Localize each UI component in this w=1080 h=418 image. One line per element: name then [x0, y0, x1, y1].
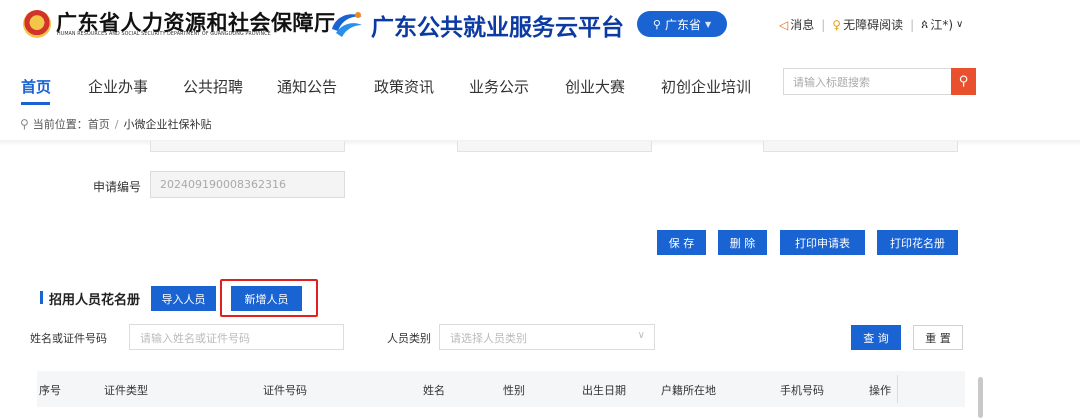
- category-filter-label: 人员类别: [387, 332, 431, 345]
- breadcrumb: ⚲ 当前位置： 首页 / 小微企业社保补贴: [20, 116, 212, 132]
- column-header-actions: 操作: [869, 384, 891, 397]
- highlight-annotation: [220, 279, 318, 317]
- user-icon: ጰ: [921, 17, 929, 31]
- chevron-down-icon: ∨: [637, 330, 645, 341]
- query-button[interactable]: 查 询: [851, 325, 901, 350]
- department-subtitle: HUMAN RESOURCES AND SOCIAL SECURITY DEPA…: [57, 31, 271, 37]
- nav-item-public-recruitment[interactable]: 公共招聘: [183, 76, 243, 97]
- category-select[interactable]: 请选择人员类别 ∨: [439, 324, 655, 350]
- region-label: 广东省: [664, 17, 701, 32]
- nav-item-startup-contest[interactable]: 创业大赛: [565, 76, 625, 97]
- top-links: ◁ 消息 | ♀ 无障碍阅读 | ጰ 江*) ∨: [779, 16, 963, 33]
- search-input[interactable]: 请输入标题搜索: [783, 68, 951, 95]
- breadcrumb-current: 小微企业社保补贴: [123, 118, 212, 131]
- application-no-field: 202409190008362316: [150, 171, 345, 198]
- reset-button[interactable]: 重 置: [913, 325, 963, 350]
- column-header-id-type: 证件类型: [104, 384, 148, 397]
- chevron-down-icon: ▼: [704, 19, 712, 29]
- print-roster-button[interactable]: 打印花名册: [877, 230, 958, 255]
- column-header-household-location: 户籍所在地: [661, 384, 716, 397]
- main-nav: 首页 企业办事 公共招聘 通知公告 政策资讯 业务公示 创业大赛 初创企业培训 …: [0, 62, 1080, 106]
- region-selector[interactable]: ⚲ 广东省 ▼: [637, 11, 727, 37]
- nav-item-notices[interactable]: 通知公告: [277, 76, 337, 97]
- column-divider: [897, 375, 898, 403]
- column-header-birth-date: 出生日期: [582, 384, 626, 397]
- import-personnel-button[interactable]: 导入人员: [151, 286, 216, 311]
- application-no-label: 申请编号: [93, 180, 142, 194]
- breadcrumb-home[interactable]: 首页: [88, 116, 110, 132]
- location-pin-icon: ⚲: [652, 17, 661, 31]
- divider: |: [821, 17, 826, 32]
- nav-item-enterprise-services[interactable]: 企业办事: [88, 76, 148, 97]
- save-button[interactable]: 保 存: [657, 230, 706, 255]
- location-icon: ⚲: [20, 117, 29, 131]
- lightbulb-icon: ♀: [832, 17, 842, 32]
- roster-table-header: 序号 证件类型 证件号码 姓名 性别 出生日期 户籍所在地 手机号码 操作: [37, 371, 965, 407]
- divider: |: [910, 17, 915, 32]
- column-header-id-number: 证件号码: [263, 384, 307, 397]
- chevron-down-icon[interactable]: ∨: [956, 19, 963, 30]
- megaphone-icon: ◁: [779, 17, 789, 32]
- delete-button[interactable]: 删 除: [718, 230, 767, 255]
- column-header-phone: 手机号码: [780, 384, 824, 397]
- nav-item-startup-training[interactable]: 初创企业培训: [661, 76, 751, 97]
- partial-input-field[interactable]: [763, 141, 958, 152]
- breadcrumb-separator: /: [114, 117, 119, 131]
- nav-item-business-disclosure[interactable]: 业务公示: [469, 76, 529, 97]
- column-header-index: 序号: [39, 384, 61, 397]
- name-id-filter-label: 姓名或证件号码: [30, 332, 107, 345]
- breadcrumb-prefix: 当前位置：: [32, 118, 88, 131]
- roster-section-title: 招用人员花名册: [49, 293, 141, 308]
- vertical-scrollbar[interactable]: [978, 377, 983, 418]
- section-marker: [40, 291, 43, 304]
- search-icon: ⚲: [958, 74, 969, 89]
- name-id-filter-input[interactable]: 请输入姓名或证件号码: [129, 324, 344, 350]
- partial-input-field[interactable]: [150, 141, 345, 152]
- site-header: 广东省人力资源和社会保障厅 HUMAN RESOURCES AND SOCIAL…: [0, 0, 1080, 62]
- search-button[interactable]: ⚲: [951, 68, 976, 95]
- category-select-placeholder: 请选择人员类别: [450, 332, 527, 345]
- department-emblem-icon: [23, 10, 51, 38]
- user-menu[interactable]: 江*): [930, 16, 953, 33]
- column-header-name: 姓名: [423, 384, 445, 397]
- nav-active-indicator: [21, 102, 50, 105]
- platform-title: 广东公共就业服务云平台: [371, 15, 624, 41]
- partial-input-field[interactable]: [457, 141, 652, 152]
- nav-item-policy-news[interactable]: 政策资讯: [374, 76, 434, 97]
- platform-logo-icon: [332, 12, 362, 37]
- print-application-button[interactable]: 打印申请表: [780, 230, 865, 255]
- nav-item-home[interactable]: 首页: [21, 76, 51, 97]
- column-header-gender: 性别: [503, 384, 525, 397]
- accessibility-link[interactable]: 无障碍阅读: [843, 16, 903, 33]
- messages-link[interactable]: 消息: [790, 16, 814, 33]
